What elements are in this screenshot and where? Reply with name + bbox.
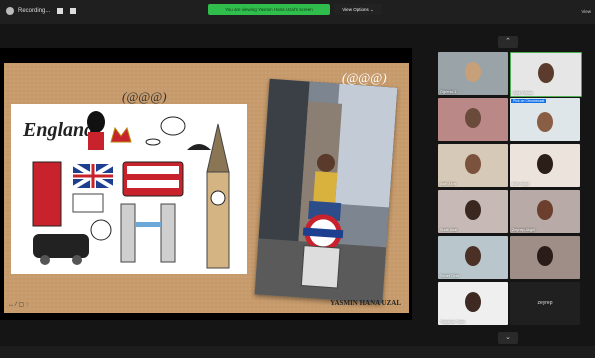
stop-icon[interactable] <box>70 8 77 14</box>
crown-icon <box>110 126 132 143</box>
mugs-icon <box>72 193 104 213</box>
phone-box-icon <box>32 161 62 227</box>
recording-icon <box>6 7 14 15</box>
glasses-doodle-2: (@@@) <box>342 70 387 85</box>
annotation-tools[interactable]: ↔ ⁄ ▢ ◌ <box>8 301 29 308</box>
england-title: England <box>22 119 95 141</box>
participant-tile[interactable]: Sedef Özer <box>438 236 508 279</box>
england-illustration: England <box>22 111 230 269</box>
guard-hat-icon <box>87 111 105 133</box>
participant-tile[interactable]: Asel Akın <box>438 144 508 187</box>
participant-tile[interactable]: Öğrenci 1 <box>438 52 508 95</box>
participant-tile[interactable]: Pick on Chromecast <box>510 98 580 141</box>
london-street-photo <box>254 78 398 304</box>
england-collage: England <box>11 104 247 274</box>
guard-icon <box>88 132 104 150</box>
participant-tile[interactable]: Zeynep Akgül <box>510 190 580 233</box>
taxi-icon <box>33 234 89 258</box>
participant-tile[interactable] <box>438 98 508 141</box>
shared-screen: England (@@@) (@@@) ↔ ⁄ ▢ ◌ YASMIN HANA … <box>0 48 412 320</box>
meeting-controls-bar <box>0 346 595 358</box>
recording-indicator[interactable]: Recording... <box>6 7 77 15</box>
big-ben-icon <box>206 171 230 269</box>
tower-bridge-icon <box>120 203 136 263</box>
teacup-icon <box>145 138 161 146</box>
travel-photo <box>254 78 398 304</box>
glasses-doodle: (@@@) <box>122 89 167 104</box>
umbrella-icon <box>187 144 211 150</box>
teapot-icon <box>160 116 186 136</box>
gallery-up-arrow[interactable]: ⌃ <box>498 36 518 48</box>
participant-tile[interactable] <box>510 236 580 279</box>
football-icon <box>90 219 112 241</box>
presentation-slide: England (@@@) (@@@) ↔ ⁄ ▢ ◌ YASMIN HANA … <box>4 63 409 313</box>
participant-tile[interactable]: Tolgahan Tekin <box>438 282 508 325</box>
view-menu[interactable]: View <box>581 9 591 14</box>
participant-tile[interactable]: Ekin Kaya <box>510 144 580 187</box>
view-options-button[interactable]: View Options ⌄ <box>334 4 382 15</box>
participant-tile[interactable]: Sude Akar <box>438 190 508 233</box>
pause-icon[interactable] <box>57 8 64 14</box>
participant-tile[interactable]: Ayla Yılmaz <box>510 52 582 97</box>
gallery-down-arrow[interactable]: ⌄ <box>498 332 518 344</box>
top-bar: Recording... You are viewing Yasmin Hana… <box>0 0 595 24</box>
author-name: YASMIN HANA UZAL <box>330 299 401 307</box>
participant-tile-no-video[interactable]: zeyrep <box>510 282 580 325</box>
person-body <box>313 171 338 203</box>
recording-label: Recording... <box>18 8 51 14</box>
screen-share-banner: You are viewing Yasmin Hana Uzal's scree… <box>208 4 330 15</box>
